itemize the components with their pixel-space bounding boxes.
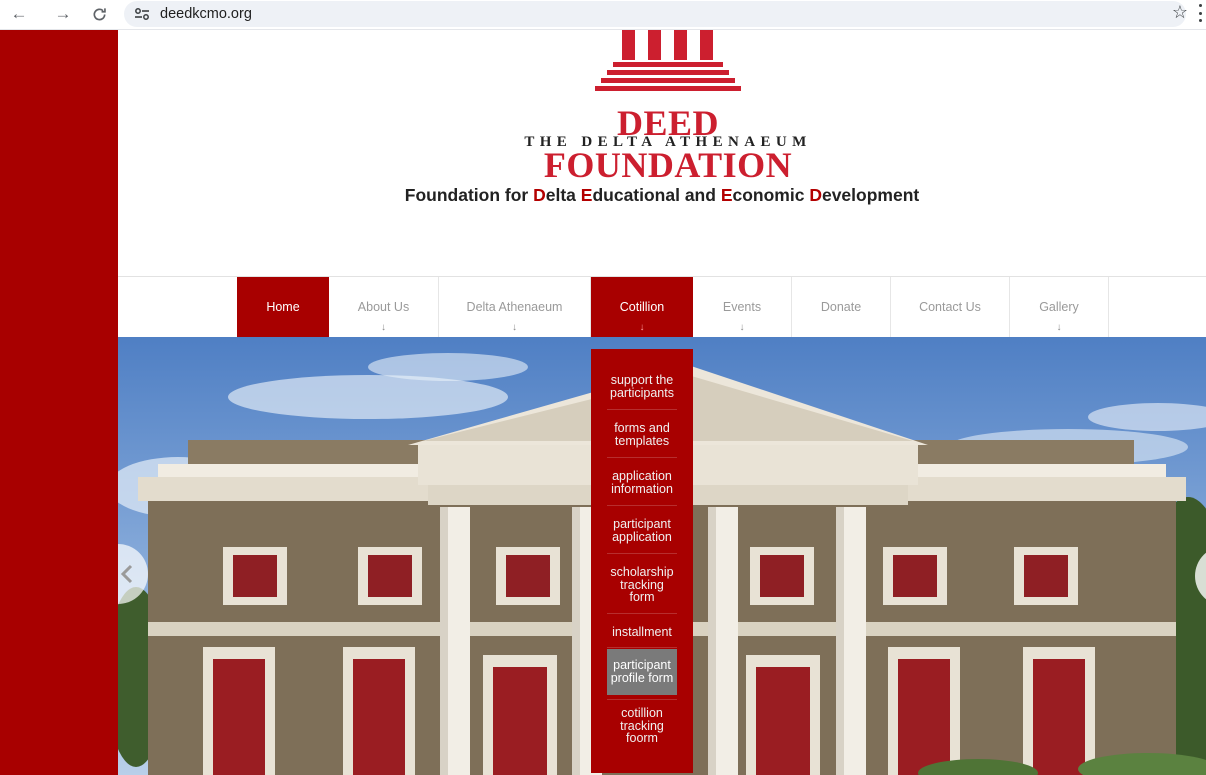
nav-gallery[interactable]: Gallery ↓ (1010, 277, 1109, 337)
chevron-down-icon: ↓ (512, 322, 517, 333)
dropdown-divider (607, 699, 677, 700)
nav-delta-athenaeum[interactable]: Delta Athenaeum ↓ (439, 277, 591, 337)
brand-subtitle: THE DELTA ATHENAEUM (524, 134, 812, 150)
dropdown-item-application-information[interactable]: application information (607, 470, 677, 495)
chevron-left-icon (120, 564, 133, 584)
dropdown-divider (607, 409, 677, 410)
browser-toolbar: ← → deedkcmo.org ☆ (0, 0, 1206, 30)
dropdown-item-forms-templates[interactable]: forms and templates (607, 422, 677, 447)
dropdown-divider (607, 647, 677, 648)
left-side-band (0, 30, 118, 775)
dropdown-item-support-participants[interactable]: support the participants (607, 374, 677, 399)
nav-home[interactable]: Home (237, 277, 329, 337)
site-header: DEED FOUNDATION THE DELTA ATHENAEUM Foun… (118, 30, 1206, 277)
menu-more-icon[interactable] (1199, 4, 1203, 22)
bookmark-star-icon[interactable]: ☆ (1172, 2, 1188, 23)
nav-contact-us[interactable]: Contact Us (891, 277, 1010, 337)
url-text: deedkcmo.org (160, 6, 252, 22)
dropdown-divider (607, 613, 677, 614)
temple-logo-icon (595, 30, 741, 91)
chevron-down-icon: ↓ (381, 322, 386, 333)
cotillion-dropdown-menu: support the participants forms and templ… (591, 349, 693, 773)
dropdown-divider (607, 457, 677, 458)
nav-donate[interactable]: Donate (792, 277, 891, 337)
forward-icon[interactable]: → (52, 3, 74, 25)
dropdown-divider (607, 505, 677, 506)
chevron-down-icon: ↓ (1056, 322, 1062, 333)
nav-cotillion[interactable]: Cotillion ↓ (591, 277, 693, 337)
nav-about-us[interactable]: About Us ↓ (329, 277, 439, 337)
nav-events[interactable]: Events ↓ (693, 277, 792, 337)
dropdown-item-scholarship-tracking-form[interactable]: scholarship tracking form (607, 566, 677, 604)
chevron-down-icon: ↓ (739, 322, 745, 333)
dropdown-item-participant-profile-form[interactable]: participant profile form (607, 649, 677, 695)
reload-icon[interactable] (88, 3, 110, 25)
site-logo[interactable]: DEED FOUNDATION THE DELTA ATHENAEUM (503, 30, 833, 185)
back-icon[interactable]: ← (8, 3, 30, 25)
dropdown-item-participant-application[interactable]: participant application (607, 518, 677, 543)
dropdown-divider (607, 553, 677, 554)
address-bar[interactable]: deedkcmo.org (124, 1, 1186, 27)
dropdown-item-cotillion-tracking-form[interactable]: cotillion tracking foorm (607, 707, 677, 745)
chevron-down-icon: ↓ (639, 322, 645, 333)
dropdown-item-installment[interactable]: installment (607, 626, 677, 639)
tagline: Foundation for Delta Educational and Eco… (404, 185, 920, 205)
site-settings-icon[interactable] (132, 4, 152, 24)
main-navigation: Home About Us ↓ Delta Athenaeum ↓ Cotillio… (118, 276, 1206, 337)
